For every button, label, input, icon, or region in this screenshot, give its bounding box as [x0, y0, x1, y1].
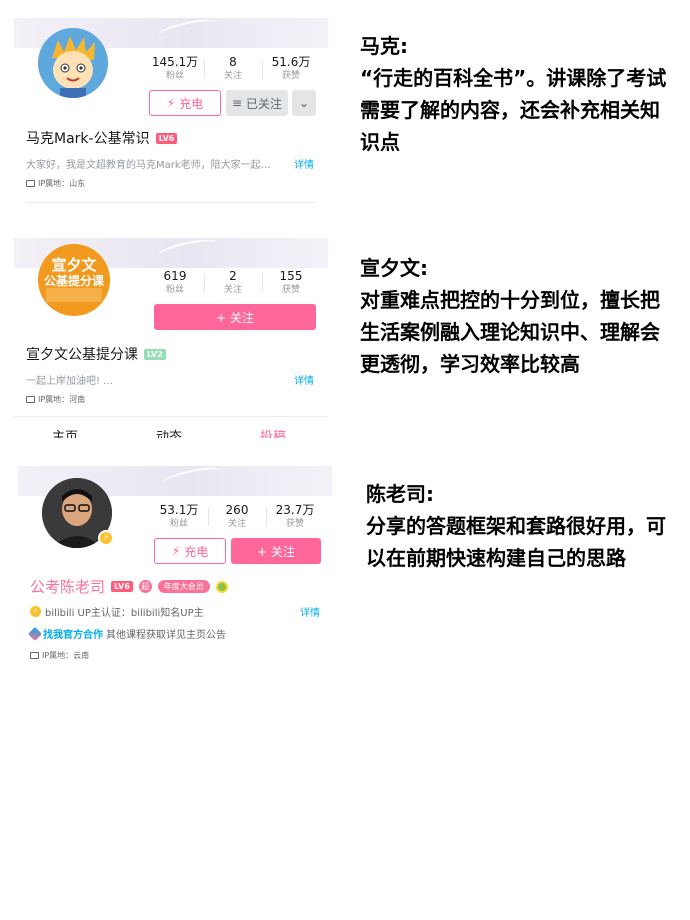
stat-following[interactable]: 260 关注 — [208, 502, 266, 531]
tab-dynamic[interactable]: 动态 — [156, 426, 182, 438]
comment-name: 宣夕文: — [360, 256, 428, 280]
profile-card-2: 宣夕文 公基提分课 619 粉丝 2 关注 155 获赞 + 关注 宣夕文公基提… — [14, 238, 328, 438]
charge-label: 充电 — [179, 96, 204, 111]
avatar[interactable]: 宣夕文 公基提分课 — [38, 244, 110, 316]
stat-value: 619 — [163, 269, 187, 283]
stat-value: 8 — [229, 55, 237, 69]
stat-value: 23.7万 — [275, 503, 315, 517]
divider — [26, 202, 316, 203]
comment-name: 陈老司: — [366, 482, 434, 506]
comment-text: 对重难点把控的十分到位，擅长把生活案例融入理论知识中、理解会更透彻，学习效率比较… — [360, 288, 660, 376]
name-row: 马克Mark-公基常识 LV6 — [26, 128, 178, 148]
tab-uploads[interactable]: 投稿 — [260, 426, 286, 438]
charge-button[interactable]: ⚡ 充电 — [154, 538, 226, 564]
lightning-icon: ⚡ — [166, 96, 176, 110]
stat-fans[interactable]: 145.1万 粉丝 — [146, 54, 204, 83]
stat-value: 53.1万 — [159, 503, 199, 517]
stat-label: 获赞 — [285, 519, 304, 529]
more-dropdown-button[interactable]: ⌄ — [292, 90, 316, 116]
stat-label: 获赞 — [281, 285, 300, 295]
comment-name: 马克: — [360, 34, 408, 58]
stat-fans[interactable]: 619 粉丝 — [146, 268, 204, 297]
profile-card-1: 145.1万 粉丝 8 关注 51.6万 获赞 ⚡ 充电 ≡ 已关注 ⌄ 马克M… — [14, 18, 328, 216]
detail-link[interactable]: 详情 — [294, 372, 314, 387]
follow-button[interactable]: + 关注 — [154, 304, 316, 330]
ip-text: IP属地：云南 — [42, 651, 90, 660]
stats-row: 145.1万 粉丝 8 关注 51.6万 获赞 — [146, 54, 320, 83]
ip-location: IP属地：河南 — [26, 394, 85, 405]
stat-label: 粉丝 — [165, 285, 184, 295]
name-row: 公考陈老司 LV6 超 年度大会员 — [30, 576, 228, 597]
menu-lines-icon: ≡ — [231, 96, 243, 110]
followed-button[interactable]: ≡ 已关注 — [226, 90, 288, 116]
cooperation-icon — [27, 626, 43, 641]
cartoon-mascot-icon — [38, 28, 108, 98]
stat-label: 关注 — [227, 519, 246, 529]
verify-text: bilibili UP主认证：bilibili知名UP主 — [45, 608, 204, 619]
stat-value: 2 — [229, 269, 237, 283]
follow-button[interactable]: + 关注 — [231, 538, 321, 564]
level-badge: LV2 — [144, 348, 166, 360]
comment-text: “行走的百科全书”。讲课除了考试需要了解的内容，还会补充相关知识点 — [360, 66, 667, 154]
avatar-subtitle: 公基提分课 — [43, 274, 104, 288]
lightning-icon: ⚡ — [171, 544, 181, 558]
bio-text: 一起上岸加油吧! … — [26, 376, 114, 387]
stat-following[interactable]: 2 关注 — [204, 268, 262, 297]
stat-following[interactable]: 8 关注 — [204, 54, 262, 83]
stat-likes[interactable]: 51.6万 获赞 — [262, 54, 320, 83]
detail-link[interactable]: 详情 — [300, 604, 320, 619]
verify-row: ⚡ bilibili UP主认证：bilibili知名UP主 — [30, 604, 204, 619]
ip-text: IP属地：山东 — [38, 179, 86, 188]
stat-fans[interactable]: 53.1万 粉丝 — [150, 502, 208, 531]
stat-value: 145.1万 — [151, 55, 199, 69]
cooperation-link[interactable]: 找我官方合作 — [43, 626, 103, 641]
level-badge: LV6 — [155, 132, 178, 144]
stat-likes[interactable]: 155 获赞 — [262, 268, 320, 297]
stat-label: 获赞 — [281, 71, 300, 81]
comment-block-2: 宣夕文: 对重难点把控的十分到位，擅长把生活案例融入理论知识中、理解会更透彻，学… — [360, 252, 670, 380]
stat-label: 关注 — [223, 285, 242, 295]
profile-card-3: ⚡ 53.1万 粉丝 260 关注 23.7万 获赞 ⚡ 充电 + 关注 公考陈… — [18, 466, 332, 666]
stat-value: 155 — [279, 269, 303, 283]
tab-home[interactable]: 主页 — [52, 426, 78, 438]
cooperation-text: 其他课程获取详见主页公告 — [106, 630, 226, 641]
divider — [14, 416, 328, 417]
stat-label: 粉丝 — [165, 71, 184, 81]
stat-label: 关注 — [223, 71, 242, 81]
charge-button[interactable]: ⚡ 充电 — [149, 90, 221, 116]
level-badge: LV6 — [111, 581, 133, 592]
ip-location: IP属地：云南 — [30, 650, 89, 661]
chevron-down-icon: ⌄ — [298, 96, 310, 110]
username: 马克Mark-公基常识 — [26, 131, 150, 147]
charge-label: 充电 — [184, 544, 209, 559]
super-badge: 超 — [138, 580, 152, 593]
stat-likes[interactable]: 23.7万 获赞 — [266, 502, 324, 531]
verified-icon: ⚡ — [30, 606, 41, 617]
comment-block-3: 陈老司: 分享的答题框架和套路很好用，可以在前期快速构建自己的思路 — [366, 478, 672, 574]
avatar[interactable] — [38, 28, 108, 98]
bio-text: 大家好，我是文超教育的马克Mark老师，陪大家一起… — [26, 160, 271, 171]
username: 公考陈老司 — [30, 578, 106, 596]
verified-badge-icon: ⚡ — [98, 530, 114, 546]
id-card-icon — [26, 396, 35, 403]
followed-label: 已关注 — [246, 96, 283, 111]
detail-link[interactable]: 详情 — [294, 156, 314, 171]
stat-value: 260 — [225, 503, 249, 517]
name-row: 宣夕文公基提分课 LV2 — [26, 344, 166, 364]
comment-text: 分享的答题框架和套路很好用，可以在前期快速构建自己的思路 — [366, 514, 666, 570]
comment-block-1: 马克: “行走的百科全书”。讲课除了考试需要了解的内容，还会补充相关知识点 — [360, 30, 670, 158]
cooperation-row: 找我官方合作 其他课程获取详见主页公告 — [27, 626, 226, 641]
annual-vip-badge: 年度大会员 — [157, 580, 210, 593]
stat-label: 粉丝 — [169, 519, 188, 529]
stats-row: 619 粉丝 2 关注 155 获赞 — [146, 268, 320, 297]
id-card-icon — [30, 652, 39, 659]
id-card-icon — [26, 180, 35, 187]
stats-row: 53.1万 粉丝 260 关注 23.7万 获赞 — [150, 502, 324, 531]
stat-value: 51.6万 — [271, 55, 311, 69]
medal-icon — [215, 580, 228, 593]
ip-location: IP属地：山东 — [26, 178, 85, 189]
username: 宣夕文公基提分课 — [26, 347, 138, 363]
ip-text: IP属地：河南 — [38, 395, 86, 404]
